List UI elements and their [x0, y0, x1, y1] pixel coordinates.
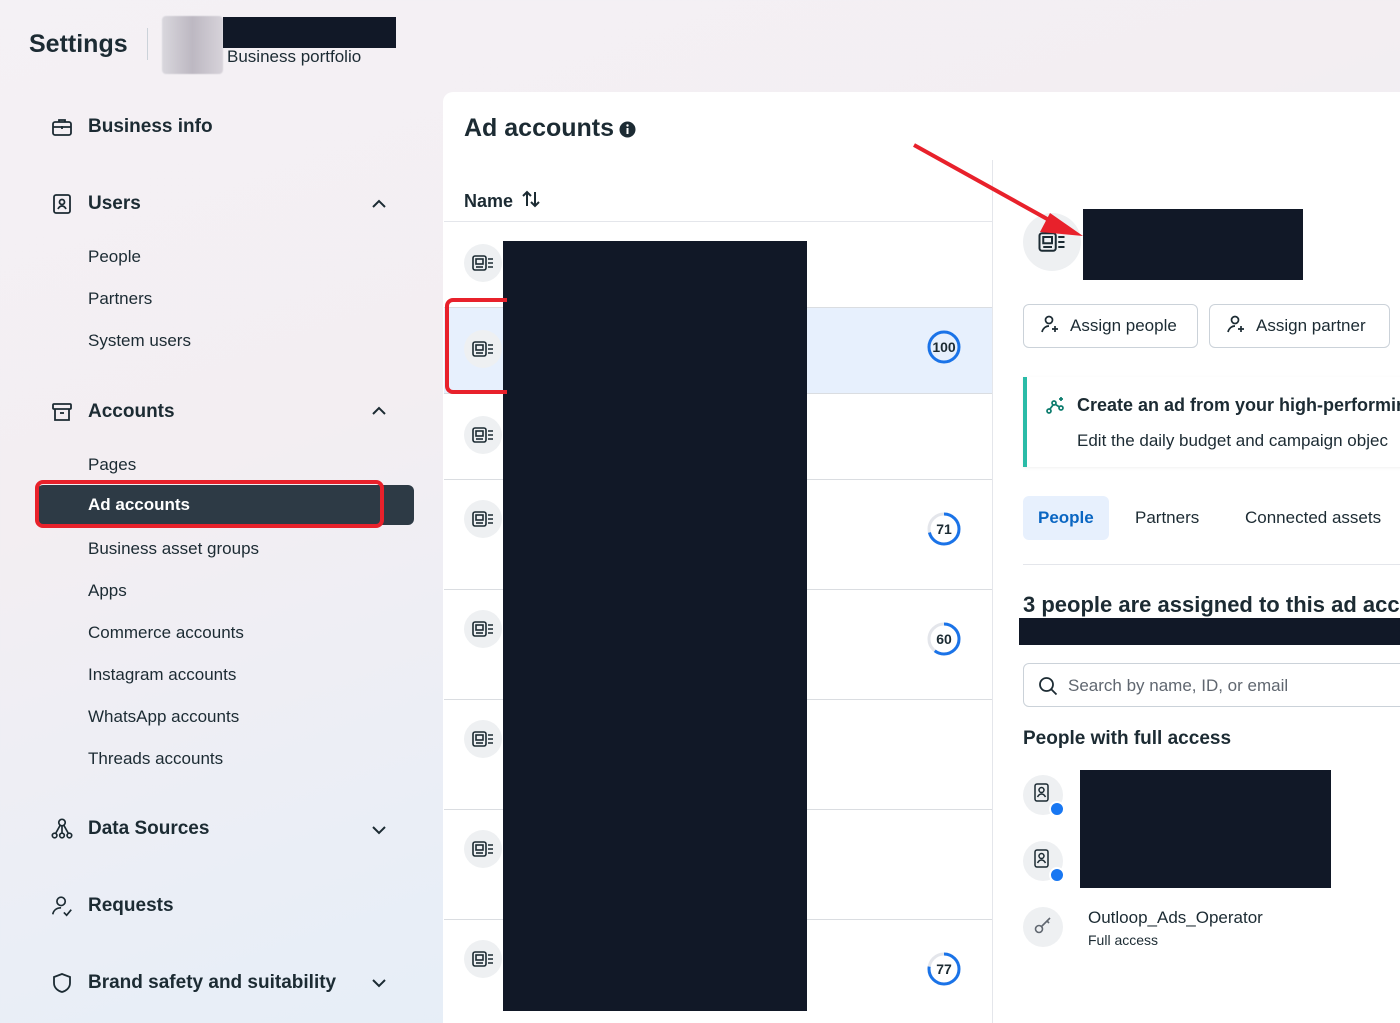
assign-partner-button[interactable]: Assign partner	[1209, 304, 1390, 348]
info-icon[interactable]	[619, 121, 636, 143]
sidebar-item-instagram-accounts[interactable]: Instagram accounts	[88, 665, 236, 685]
shield-icon	[50, 971, 74, 995]
nav-requests[interactable]: Requests	[50, 894, 174, 918]
operator-access: Full access	[1088, 932, 1159, 948]
ad-account-icon	[464, 940, 502, 978]
person-avatar	[1023, 841, 1065, 883]
sort-icon	[521, 190, 541, 213]
key-icon	[1033, 915, 1053, 940]
tab-divider	[1023, 564, 1400, 565]
archive-icon	[50, 400, 74, 424]
facebook-icon	[1049, 801, 1065, 817]
person-avatar	[1023, 775, 1065, 817]
highlight-box-sidebar	[35, 480, 384, 528]
tab-partners[interactable]: Partners	[1120, 496, 1214, 540]
score-badge: 100	[926, 329, 962, 365]
nav-requests-label: Requests	[88, 895, 174, 916]
nav-brand-safety[interactable]: Brand safety and suitability	[50, 971, 336, 995]
search-input[interactable]	[1068, 674, 1398, 698]
ad-account-icon	[464, 500, 502, 538]
nav-brand-safety-label: Brand safety and suitability	[88, 972, 337, 993]
list-divider	[992, 160, 993, 1023]
highlight-box-row	[445, 298, 507, 394]
portfolio-label: Business portfolio	[227, 47, 362, 66]
nav-accounts[interactable]: Accounts	[50, 400, 175, 424]
sidebar-item-threads-accounts[interactable]: Threads accounts	[88, 749, 223, 769]
detail-account-icon	[1023, 213, 1081, 271]
portfolio-name-redacted	[223, 17, 396, 48]
assigned-heading: 3 people are assigned to this ad acco	[1023, 592, 1400, 617]
briefcase-icon	[50, 115, 74, 139]
score-badge: 77	[926, 951, 962, 987]
nav-users-label: Users	[88, 193, 141, 214]
page-title: Settings	[29, 30, 128, 58]
sparkle-graph-icon	[1045, 395, 1065, 420]
sidebar-item-partners[interactable]: Partners	[88, 289, 152, 309]
account-names-redacted	[503, 241, 807, 1011]
ad-account-icon	[464, 610, 502, 648]
full-access-heading: People with full access	[1023, 728, 1232, 749]
score-value: 100	[932, 339, 956, 355]
nav-data-sources-label: Data Sources	[88, 818, 210, 839]
chevron-down-icon[interactable]	[369, 820, 389, 840]
main-title: Ad accounts	[464, 114, 615, 142]
add-partner-icon	[1226, 314, 1246, 339]
assign-partner-label: Assign partner	[1256, 316, 1366, 335]
sidebar-item-pages[interactable]: Pages	[88, 455, 136, 475]
column-header-name[interactable]: Name	[464, 190, 541, 213]
chevron-up-icon[interactable]	[369, 401, 389, 421]
sidebar-item-whatsapp-accounts[interactable]: WhatsApp accounts	[88, 707, 239, 727]
facebook-icon	[1049, 867, 1065, 883]
sidebar-item-commerce-accounts[interactable]: Commerce accounts	[88, 623, 244, 643]
search-people-field[interactable]	[1023, 663, 1400, 707]
nav-accounts-label: Accounts	[88, 401, 175, 422]
chevron-up-icon[interactable]	[369, 194, 389, 214]
detail-account-name-redacted	[1083, 209, 1303, 280]
portfolio-avatar[interactable]	[162, 16, 223, 74]
nav-business-info[interactable]: Business info	[50, 115, 213, 139]
system-user-avatar	[1023, 907, 1063, 947]
promo-card[interactable]: Create an ad from your high-performir Ed…	[1023, 377, 1400, 467]
nav-data-sources[interactable]: Data Sources	[50, 817, 209, 841]
score-badge: 60	[926, 621, 962, 657]
sidebar-item-system-users[interactable]: System users	[88, 331, 191, 351]
tab-connected-assets[interactable]: Connected assets	[1230, 496, 1396, 540]
search-icon	[1038, 676, 1058, 701]
sidebar-item-apps[interactable]: Apps	[88, 581, 127, 601]
sidebar-item-people[interactable]: People	[88, 247, 141, 267]
header-divider	[147, 28, 148, 60]
assigned-heading-redacted	[1019, 618, 1400, 645]
promo-title: Create an ad from your high-performir	[1077, 395, 1400, 415]
user-badge-icon	[50, 192, 74, 216]
operator-name[interactable]: Outloop_Ads_Operator	[1088, 908, 1263, 928]
score-badge: 71	[926, 511, 962, 547]
assign-people-button[interactable]: Assign people	[1023, 304, 1198, 348]
score-value: 71	[936, 521, 952, 537]
score-value: 77	[936, 961, 952, 977]
person-check-icon	[50, 894, 74, 918]
tab-people[interactable]: People	[1023, 496, 1109, 540]
people-names-redacted	[1080, 770, 1331, 888]
sidebar-item-business-asset-groups[interactable]: Business asset groups	[88, 539, 259, 559]
ad-account-icon	[464, 416, 502, 454]
promo-text: Edit the daily budget and campaign objec	[1077, 431, 1388, 450]
assign-people-label: Assign people	[1070, 316, 1177, 335]
column-header-name-label: Name	[464, 191, 514, 211]
add-person-icon	[1040, 314, 1060, 339]
chevron-down-icon[interactable]	[369, 973, 389, 993]
ad-account-icon	[464, 244, 502, 282]
score-value: 60	[936, 631, 952, 647]
ad-account-icon	[464, 830, 502, 868]
ad-account-icon	[464, 720, 502, 758]
nav-business-info-label: Business info	[88, 116, 213, 137]
nav-users[interactable]: Users	[50, 192, 141, 216]
data-nodes-icon	[50, 817, 74, 841]
